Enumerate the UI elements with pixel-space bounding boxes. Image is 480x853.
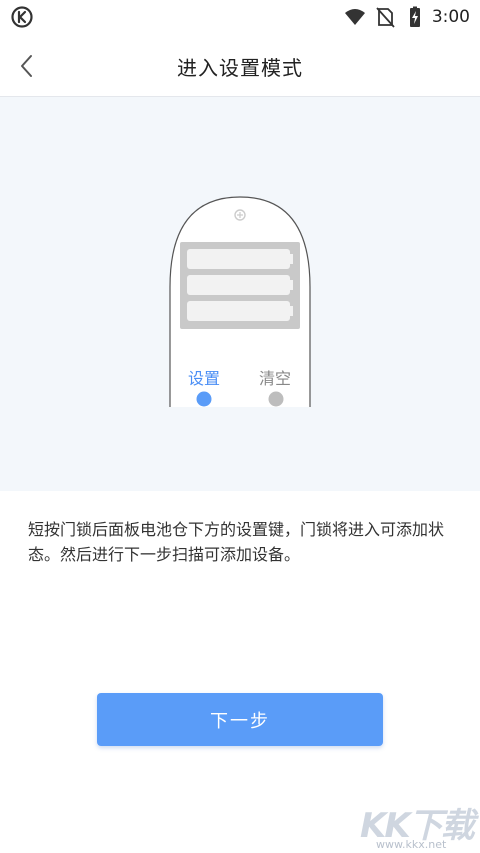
status-right: 3:00 bbox=[344, 6, 470, 28]
no-sim-icon bbox=[376, 7, 395, 28]
status-time: 3:00 bbox=[431, 7, 470, 27]
status-bar: 3:00 bbox=[0, 0, 480, 36]
setup-key-label: 设置 bbox=[187, 369, 220, 388]
header: 进入设置模式 bbox=[0, 36, 480, 97]
watermark: KK下载 www.kkx.net bbox=[360, 798, 475, 851]
setup-button-dot bbox=[196, 391, 212, 407]
app-logo-icon bbox=[11, 6, 33, 28]
instruction-text: 短按门锁后面板电池仓下方的设置键，门锁将进入可添加状态。然后进行下一步扫描可添加… bbox=[28, 520, 445, 564]
page-title: 进入设置模式 bbox=[177, 56, 303, 80]
next-step-button[interactable]: 下一步 bbox=[97, 693, 383, 746]
door-lock-panel-illustration bbox=[169, 196, 311, 407]
battery-cell bbox=[187, 249, 290, 269]
wifi-icon bbox=[344, 9, 365, 25]
clear-key-label: 清空 bbox=[258, 369, 291, 388]
battery-cell bbox=[187, 301, 290, 321]
battery-charging-icon bbox=[409, 6, 420, 27]
battery-cell bbox=[187, 275, 290, 295]
watermark-url: www.kkx.net bbox=[376, 838, 447, 851]
illustration-panel: 设置 清空 bbox=[0, 97, 480, 491]
screen: 3:00 进入设置模式 设置 清空 短按门锁后面板电池仓下方的设置键，门锁将进入… bbox=[0, 0, 480, 853]
clear-button-dot bbox=[268, 391, 284, 407]
